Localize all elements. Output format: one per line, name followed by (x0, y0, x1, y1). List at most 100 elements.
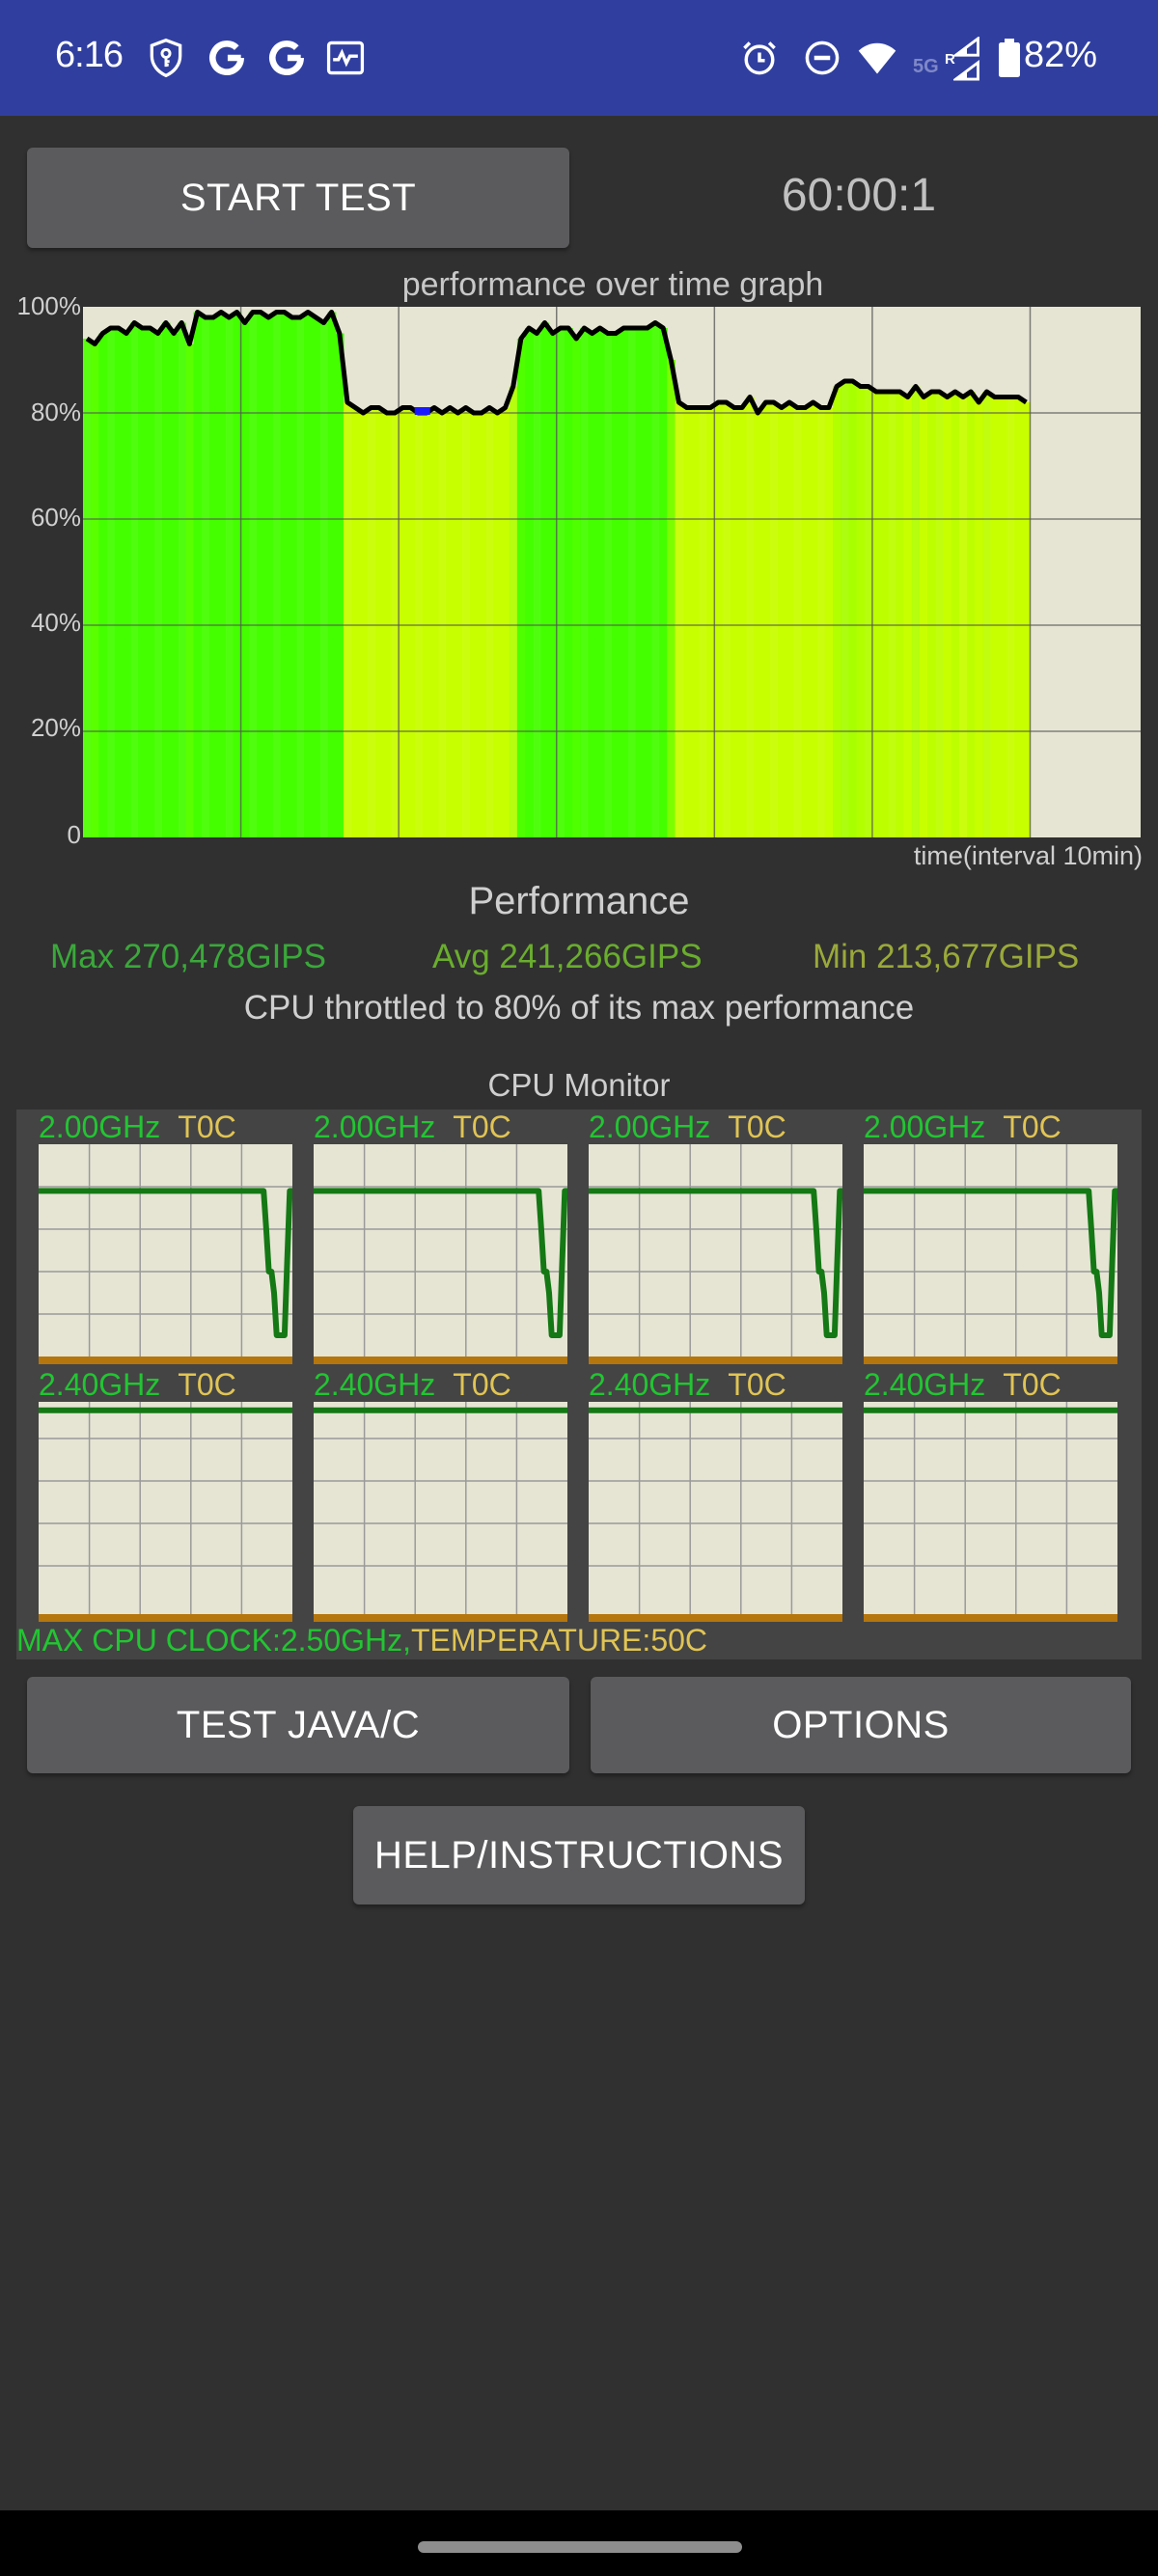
vpn-shield-key-icon (150, 38, 182, 78)
performance-fill-bar (225, 317, 234, 837)
performance-fill-bar (588, 333, 597, 837)
performance-fill-bar (288, 317, 297, 837)
home-gesture-handle[interactable] (418, 2541, 742, 2553)
wifi-icon (858, 42, 896, 74)
performance-fill-bar (367, 407, 376, 837)
test-java-c-button[interactable]: TEST JAVA/C (27, 1677, 569, 1773)
core-baseline (314, 1614, 567, 1622)
performance-fill-bar (714, 402, 724, 837)
y-tick-label: 20% (30, 713, 81, 742)
core-baseline (39, 1614, 292, 1622)
performance-fill-bar (698, 407, 707, 837)
performance-fill-bar (824, 407, 834, 837)
y-tick-label: 100% (16, 291, 82, 320)
performance-fill-bar (793, 407, 802, 837)
avg-performance: Avg 241,266GIPS (432, 938, 703, 975)
performance-fill-bar (343, 402, 352, 837)
performance-fill-bar (461, 407, 471, 837)
performance-fill-bar (114, 328, 124, 837)
performance-fill-bar (722, 402, 731, 837)
performance-fill-bar (153, 333, 163, 837)
performance-fill-bar (967, 392, 976, 837)
performance-fill-bar (769, 402, 779, 837)
performance-fill-bar (429, 407, 439, 837)
performance-fill-bar (406, 407, 416, 837)
performance-fill-bar (990, 397, 1000, 837)
core-frequency: 2.40GHz (589, 1367, 711, 1402)
performance-fill-bar (98, 333, 108, 837)
performance-fill-bar (880, 392, 889, 837)
activity-monitor-icon (326, 41, 365, 75)
performance-fill-bar (935, 392, 945, 837)
core-label: 2.00GHz T0C (314, 1110, 511, 1144)
core-baseline (864, 1357, 1117, 1364)
y-tick-label: 80% (30, 397, 81, 426)
navigation-bar (0, 2510, 1158, 2576)
google-icon (209, 41, 244, 75)
cpu-core-graph: 2.40GHz T0C (314, 1367, 567, 1623)
performance-fill-bar (612, 333, 620, 837)
performance-fill-bar (730, 407, 739, 837)
performance-fill-bar (280, 312, 290, 837)
performance-fill-bar (185, 343, 195, 837)
help-instructions-button[interactable]: HELP/INSTRUCTIONS (353, 1806, 805, 1905)
performance-fill-bar (248, 312, 258, 837)
do-not-disturb-icon (805, 41, 840, 75)
performance-fill-bar (272, 312, 282, 837)
core-trace-chart (39, 1402, 292, 1622)
options-button[interactable]: OPTIONS (591, 1677, 1131, 1773)
core-plot-background (314, 1402, 567, 1614)
core-frequency: 2.00GHz (39, 1110, 161, 1144)
performance-fill-bar (958, 397, 968, 837)
start-test-button[interactable]: START TEST (27, 148, 569, 248)
performance-fill-bar (130, 322, 139, 837)
core-trace-chart (864, 1144, 1117, 1364)
core-trace-chart (589, 1144, 842, 1364)
core-plot-background (589, 1402, 842, 1614)
temperature-readout: TEMPERATURE:50C (411, 1623, 708, 1658)
core-trace-chart (589, 1402, 842, 1622)
cpu-core-graph: 2.00GHz T0C (314, 1110, 567, 1365)
performance-fill-bar (975, 402, 984, 837)
test-timer: 60:00:1 (781, 170, 937, 221)
performance-fill-bar (816, 407, 826, 837)
performance-fill-bar (650, 322, 660, 837)
performance-fill-bar (556, 328, 565, 837)
max-cpu-clock: MAX CPU CLOCK:2.50GHz, (16, 1623, 411, 1658)
battery-percent: 82% (1024, 35, 1098, 75)
core-plot-background (589, 1144, 842, 1357)
core-frequency: 2.40GHz (39, 1367, 161, 1402)
core-temperature: T0C (453, 1110, 511, 1144)
performance-fill-bar (169, 333, 179, 837)
core-plot-background (39, 1402, 292, 1614)
performance-fill-bar (525, 328, 534, 837)
cpu-core-graph: 2.40GHz T0C (39, 1367, 292, 1623)
performance-fill-bar (533, 333, 541, 837)
core-temperature: T0C (453, 1367, 511, 1402)
performance-fill-bar (374, 407, 384, 837)
performance-fill-bar (240, 322, 250, 837)
core-temperature: T0C (178, 1110, 236, 1144)
performance-fill-bar (998, 397, 1007, 837)
performance-fill-bar (595, 328, 605, 837)
performance-fill-bar (801, 407, 811, 837)
core-temperature: T0C (728, 1110, 786, 1144)
performance-fill-bar (746, 397, 755, 837)
cpu-monitor-title: CPU Monitor (487, 1067, 671, 1103)
performance-fill-bar (327, 312, 337, 837)
performance-fill-bar (635, 328, 645, 837)
status-time: 6:16 (55, 35, 124, 75)
core-trace-chart (864, 1402, 1117, 1622)
performance-fill-bar (667, 360, 676, 837)
min-performance: Min 213,677GIPS (813, 938, 1080, 975)
performance-fill-bar (193, 312, 203, 837)
core-frequency: 2.40GHz (314, 1367, 436, 1402)
performance-fill-bar (737, 407, 747, 837)
y-tick-label: 0 (67, 820, 81, 849)
performance-fill-bar (264, 317, 273, 837)
core-trace-chart (314, 1144, 567, 1364)
performance-fill-bar (501, 407, 510, 837)
performance-fill-bar (201, 317, 210, 837)
cpu-monitor-panel: 2.00GHz T0C 2.00GHz T0C 2.00GHz T0C 2.00GHz T0C… (16, 1110, 1142, 1659)
performance-fill-bar (682, 407, 692, 837)
